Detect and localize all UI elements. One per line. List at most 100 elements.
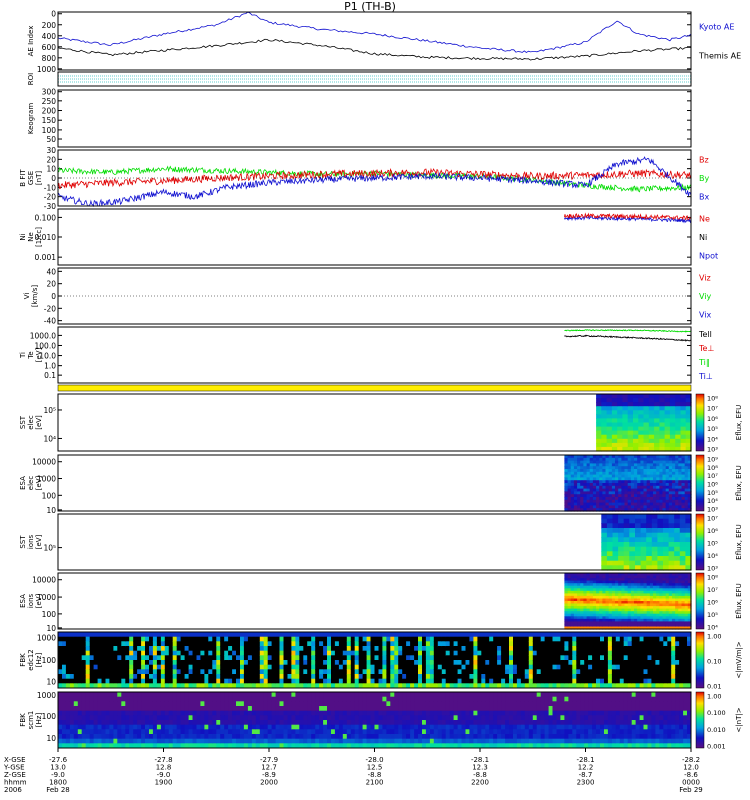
spectro-cell [580, 650, 585, 656]
spectro-cell [619, 636, 625, 642]
spectro-cell [350, 646, 356, 652]
spectro-cell [679, 641, 684, 647]
spectro-cell [358, 650, 364, 656]
spectro-cell [485, 674, 490, 680]
spectro-cell [643, 438, 650, 444]
spectro-cell [255, 738, 261, 744]
spectro-cell [489, 669, 494, 675]
spectro-cell [311, 669, 316, 675]
spectro-cell [394, 632, 399, 638]
spectro-cell [623, 669, 629, 675]
spectro-cell [184, 674, 190, 680]
spectro-cell [149, 738, 154, 744]
spectro-cell [453, 664, 459, 670]
spectro-cell [259, 646, 265, 652]
spectro-cell [528, 660, 534, 666]
spectro-cell [638, 398, 645, 403]
spectro-cell [639, 636, 645, 642]
spectro-cell [679, 655, 684, 661]
spectro-cell [145, 715, 150, 721]
spectro-cell [69, 715, 75, 721]
spectro-cell [180, 669, 186, 675]
spectro-cell [374, 646, 379, 652]
spectro-cell [311, 674, 316, 680]
spectro-cell [327, 660, 332, 666]
spectro-cell [200, 674, 205, 680]
spectro-cell [675, 678, 680, 684]
spectro-cell [168, 660, 174, 666]
spectro-cell [295, 650, 300, 656]
spectro-cell [93, 660, 99, 666]
spectro-cell [429, 650, 435, 656]
spectro-cell [457, 664, 463, 670]
spectro-cell [669, 430, 676, 436]
spectro-cell [62, 710, 67, 716]
spectro-cell [509, 669, 514, 675]
spectro-cell [611, 414, 618, 420]
spectro-cell [307, 641, 312, 647]
spectro-cell [69, 655, 75, 661]
spectro-cell [623, 551, 630, 557]
spectro-cell [402, 636, 407, 642]
spectro-cell [259, 636, 265, 642]
spectro-cell [81, 701, 87, 707]
spectro-cell [307, 692, 312, 698]
spectro-cell [505, 632, 510, 638]
spectro-cell [528, 632, 534, 638]
spectro-cell [315, 720, 320, 726]
spectro-cell [319, 696, 324, 702]
spectro-cell [125, 729, 130, 735]
spectro-cell [528, 669, 534, 675]
spectro-cell [611, 669, 617, 675]
spectro-cell [398, 669, 403, 675]
spectro-cell [606, 394, 613, 399]
spectro-cell [576, 660, 581, 666]
spectro-cell [149, 706, 154, 712]
spectro-cell [287, 724, 292, 730]
spectro-cell [675, 438, 682, 444]
spectro-cell [243, 734, 249, 740]
spectro-cell [654, 402, 660, 407]
spectro-cell [635, 556, 642, 562]
spectro-cell [251, 669, 257, 675]
spectro-cell [433, 632, 439, 638]
spectro-cell [251, 692, 257, 698]
spectro-cell [172, 706, 178, 712]
spectro-cell [422, 646, 427, 652]
spectro-cell [449, 636, 455, 642]
panel-frame-sst_e [57, 393, 692, 452]
spectro-cell [433, 646, 439, 652]
spectro-cell [398, 655, 403, 661]
spectro-cell [601, 438, 608, 444]
spectro-cell [505, 636, 510, 642]
spectro-cell [469, 678, 474, 684]
spectro-cell [612, 523, 619, 529]
spectro-cell [109, 655, 114, 661]
series-temperature [564, 334, 692, 342]
spectro-cell [145, 729, 150, 735]
spectro-cell [382, 632, 387, 638]
spectro-cell [410, 674, 415, 680]
spectro-cell [259, 674, 265, 680]
spectro-cell [291, 701, 296, 707]
spectro-cell [81, 706, 87, 712]
spectro-cell [497, 636, 502, 642]
spectro-cell [149, 701, 154, 707]
spectro-cell [350, 636, 356, 642]
spectro-cell [461, 674, 466, 680]
spectro-cell [101, 650, 106, 656]
spectro-cell [81, 678, 87, 684]
spectro-cell [129, 724, 134, 730]
spectro-cell [331, 674, 336, 680]
spectro-cell [311, 650, 316, 656]
spectro-cell [584, 664, 589, 670]
spectro-cell [152, 641, 158, 647]
spectro-cell [208, 720, 213, 726]
spectro-cell [156, 674, 162, 680]
spectro-cell [664, 442, 671, 448]
spectro-cell [105, 692, 110, 698]
spectro-cell [62, 641, 67, 647]
spectro-cell [473, 655, 478, 661]
spectro-cell [283, 724, 288, 730]
spectro-cell [639, 660, 645, 666]
